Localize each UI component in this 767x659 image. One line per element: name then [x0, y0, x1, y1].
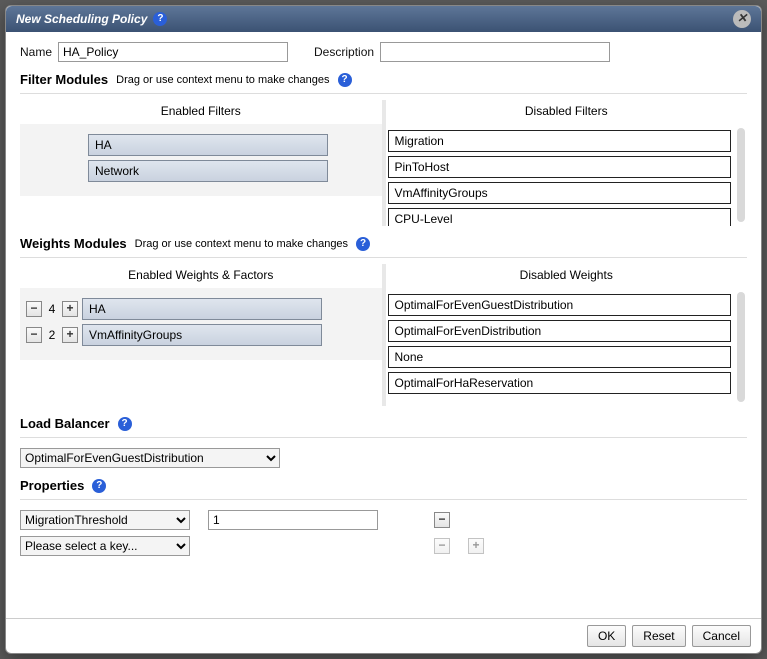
- disabled-weights-list[interactable]: OptimalForEvenGuestDistribution OptimalF…: [386, 288, 748, 406]
- load-balancer-heading: Load Balancer: [20, 416, 110, 431]
- weight-item[interactable]: OptimalForEvenGuestDistribution: [388, 294, 732, 316]
- load-balancer-select[interactable]: OptimalForEvenGuestDistribution: [20, 448, 280, 468]
- weights-modules-heading: Weights Modules: [20, 236, 127, 251]
- increase-factor-button[interactable]: +: [62, 327, 78, 343]
- remove-property-button[interactable]: −: [434, 512, 450, 528]
- weight-row: − 2 + VmAffinityGroups: [26, 324, 374, 346]
- cancel-button[interactable]: Cancel: [692, 625, 751, 647]
- help-icon[interactable]: ?: [338, 73, 352, 87]
- help-icon[interactable]: ?: [118, 417, 132, 431]
- filter-modules-hint: Drag or use context menu to make changes: [116, 74, 329, 86]
- weight-row: − 4 + HA: [26, 298, 374, 320]
- name-input[interactable]: [58, 42, 288, 62]
- property-value-input[interactable]: [208, 510, 378, 530]
- weight-item[interactable]: OptimalForHaReservation: [388, 372, 732, 394]
- name-label: Name: [20, 45, 52, 59]
- description-input[interactable]: [380, 42, 610, 62]
- weight-item[interactable]: OptimalForEvenDistribution: [388, 320, 732, 342]
- filter-item[interactable]: Network: [88, 160, 328, 182]
- enabled-weights-list[interactable]: − 4 + HA − 2 + VmAffinityGroups: [20, 288, 382, 360]
- enabled-filters-list[interactable]: HA Network: [20, 124, 382, 196]
- disabled-filters-title: Disabled Filters: [386, 104, 748, 118]
- reset-button[interactable]: Reset: [632, 625, 685, 647]
- weight-item[interactable]: None: [388, 346, 732, 368]
- dialog-title: New Scheduling Policy: [16, 12, 147, 26]
- decrease-factor-button[interactable]: −: [26, 301, 42, 317]
- add-property-button: +: [468, 538, 484, 554]
- help-icon[interactable]: ?: [356, 237, 370, 251]
- help-icon[interactable]: ?: [153, 12, 167, 26]
- remove-property-button: −: [434, 538, 450, 554]
- disabled-weights-title: Disabled Weights: [386, 268, 748, 282]
- scrollbar[interactable]: [737, 292, 745, 402]
- increase-factor-button[interactable]: +: [62, 301, 78, 317]
- filter-item[interactable]: Migration: [388, 130, 732, 152]
- property-key-select[interactable]: Please select a key...: [20, 536, 190, 556]
- enabled-filters-title: Enabled Filters: [20, 104, 382, 118]
- scheduling-policy-dialog: New Scheduling Policy ? ✕ Name Descripti…: [5, 5, 762, 654]
- filter-item[interactable]: VmAffinityGroups: [388, 182, 732, 204]
- weights-modules-hint: Drag or use context menu to make changes: [135, 238, 348, 250]
- property-row: Please select a key... − +: [20, 536, 747, 556]
- weight-factor: 2: [46, 328, 58, 342]
- description-label: Description: [314, 45, 374, 59]
- filter-item[interactable]: PinToHost: [388, 156, 732, 178]
- filter-item[interactable]: HA: [88, 134, 328, 156]
- enabled-weights-title: Enabled Weights & Factors: [20, 268, 382, 282]
- weight-item[interactable]: VmAffinityGroups: [82, 324, 322, 346]
- disabled-filters-list[interactable]: Migration PinToHost VmAffinityGroups CPU…: [386, 124, 748, 226]
- filter-item[interactable]: CPU-Level: [388, 208, 732, 226]
- dialog-titlebar: New Scheduling Policy ? ✕: [6, 6, 761, 32]
- scrollbar[interactable]: [737, 128, 745, 222]
- close-icon[interactable]: ✕: [733, 10, 751, 28]
- decrease-factor-button[interactable]: −: [26, 327, 42, 343]
- weight-item[interactable]: HA: [82, 298, 322, 320]
- filter-modules-heading: Filter Modules: [20, 72, 108, 87]
- dialog-content: Name Description Filter Modules Drag or …: [6, 32, 761, 618]
- weight-factor: 4: [46, 302, 58, 316]
- property-row: MigrationThreshold −: [20, 510, 747, 530]
- help-icon[interactable]: ?: [92, 479, 106, 493]
- ok-button[interactable]: OK: [587, 625, 626, 647]
- properties-heading: Properties: [20, 478, 84, 493]
- property-key-select[interactable]: MigrationThreshold: [20, 510, 190, 530]
- dialog-button-bar: OK Reset Cancel: [6, 618, 761, 653]
